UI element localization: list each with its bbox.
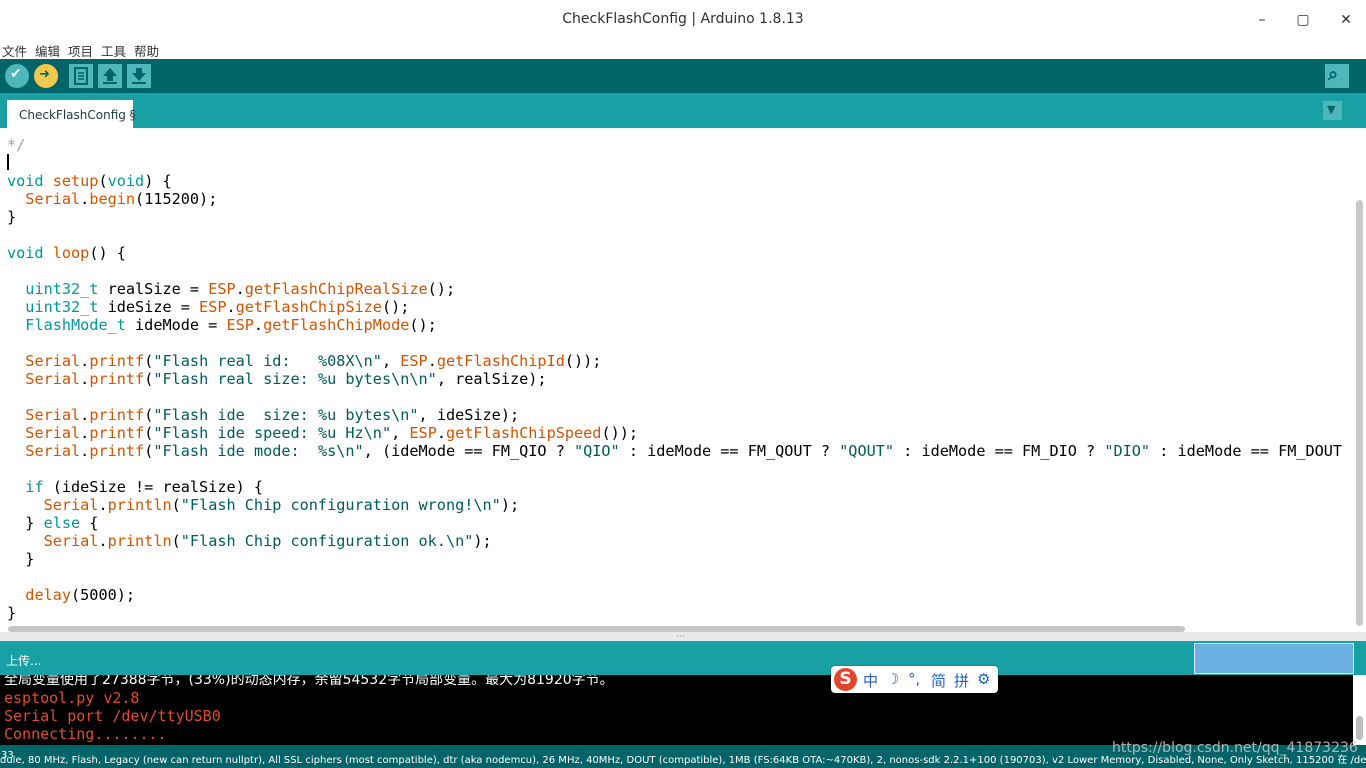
- console-line: Connecting........: [4, 725, 167, 743]
- code-line: void setup(void) {: [7, 172, 172, 190]
- code-line: } else {: [7, 514, 99, 532]
- upload-progress-bar: [1194, 643, 1354, 674]
- new-sketch-button[interactable]: [69, 64, 93, 88]
- ime-punctuation[interactable]: °,: [908, 670, 920, 688]
- status-bar: [0, 641, 1366, 675]
- code-line: }: [7, 604, 17, 622]
- code-line: Serial.println("Flash Chip configuration…: [43, 496, 520, 514]
- code-line: delay(5000);: [25, 586, 136, 604]
- close-button[interactable]: ✕: [1332, 8, 1360, 32]
- code-editor[interactable]: */ void setup(void) { Serial.begin(11520…: [0, 128, 1366, 638]
- menu-sketch[interactable]: 项目: [68, 41, 93, 60]
- arrow-up-icon: [103, 68, 117, 84]
- code-line: }: [7, 550, 35, 568]
- tab-label: CheckFlashConfig §: [19, 108, 136, 122]
- console-scroll-thumb[interactable]: [1356, 716, 1363, 740]
- console-line: Serial port /dev/ttyUSB0: [4, 707, 221, 725]
- code-line: uint32_t realSize = ESP.getFlashChipReal…: [25, 280, 456, 298]
- code-line: Serial.printf("Flash real id: %08X\n", E…: [25, 352, 602, 370]
- text-caret: [7, 154, 9, 170]
- menu-tools[interactable]: 工具: [101, 41, 126, 60]
- menu-file[interactable]: 文件: [2, 41, 27, 60]
- code-line: Serial.printf("Flash real size: %u bytes…: [25, 370, 547, 388]
- upload-button[interactable]: ➜: [34, 64, 58, 88]
- sogou-logo-icon: S: [834, 668, 857, 691]
- code-line: Serial.printf("Flash ide speed: %u Hz\n"…: [25, 424, 639, 442]
- ime-toolbar[interactable]: S 中 ☽ °, 简 拼 ⚙: [831, 666, 998, 693]
- tab-menu-button[interactable]: ▼: [1323, 101, 1342, 120]
- magnifier-icon: ⌕: [1328, 64, 1339, 85]
- console-line: esptool.py v2.8: [4, 689, 140, 707]
- editor-vertical-scroll-thumb[interactable]: [1356, 200, 1363, 626]
- arrow-down-icon: [132, 68, 146, 84]
- new-file-icon: [74, 67, 88, 85]
- code-line: uint32_t ideSize = ESP.getFlashChipSize(…: [25, 298, 410, 316]
- window-title: CheckFlashConfig | Arduino 1.8.13: [562, 11, 804, 27]
- code-line: Serial.begin(115200);: [25, 190, 218, 208]
- code-line: if (ideSize != realSize) {: [25, 478, 264, 496]
- moon-icon[interactable]: ☽: [886, 670, 899, 688]
- menu-edit[interactable]: 编辑: [35, 41, 60, 60]
- minimize-button[interactable]: –: [1248, 8, 1276, 32]
- code-line: FlashMode_t ideMode = ESP.getFlashChipMo…: [25, 316, 437, 334]
- toolbar: [0, 59, 1366, 93]
- code-line: Serial.println("Flash Chip configuration…: [43, 532, 492, 550]
- verify-button[interactable]: ✔: [5, 64, 29, 88]
- console-line: 全局变量使用了27388字节，(33%)的动态内存，余留54532字节局部变量。…: [4, 675, 614, 688]
- code-line: */: [7, 136, 26, 154]
- ime-pinyin[interactable]: 拼: [954, 670, 969, 691]
- tab-bar: [0, 93, 1366, 128]
- console-output[interactable]: 全局变量使用了27388字节，(33%)的动态内存，余留54532字节局部变量。…: [0, 675, 1353, 745]
- status-text: 上传...: [6, 654, 42, 668]
- code-line: Serial.printf("Flash ide mode: %s\n", (i…: [25, 442, 1366, 460]
- triangle-down-icon: ▼: [1327, 103, 1336, 116]
- ime-chinese-mode[interactable]: 中: [863, 670, 878, 691]
- save-sketch-button[interactable]: [127, 64, 151, 88]
- code-line: }: [7, 208, 17, 226]
- line-number: 33: [1, 750, 14, 761]
- code-line: Serial.printf("Flash ide size: %u bytes\…: [25, 406, 520, 424]
- checkmark-icon: ✔: [10, 66, 22, 82]
- maximize-button[interactable]: ▢: [1289, 8, 1317, 32]
- menu-help[interactable]: 帮助: [134, 41, 159, 60]
- arrow-right-icon: ➜: [39, 67, 50, 82]
- code-line: void loop() {: [7, 244, 126, 262]
- watermark: https://blog.csdn.net/qq_41873236: [1112, 740, 1358, 756]
- serial-monitor-button[interactable]: ⌕: [1325, 64, 1349, 88]
- open-sketch-button[interactable]: [98, 64, 122, 88]
- menu-bar: 文件 编辑 项目 工具 帮助: [0, 40, 1366, 59]
- ime-simplified[interactable]: 简: [931, 670, 946, 691]
- gear-icon[interactable]: ⚙: [977, 670, 990, 688]
